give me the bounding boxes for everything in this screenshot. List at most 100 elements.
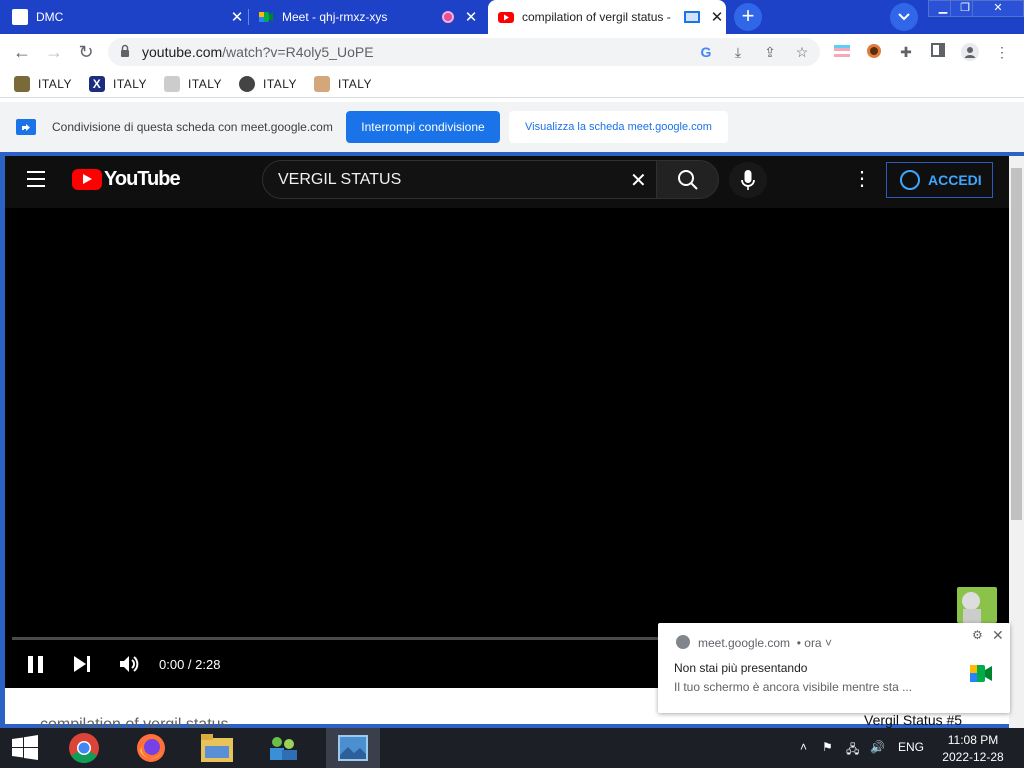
people-network-icon [270,737,297,760]
sign-in-button[interactable]: ACCEDI [886,162,993,198]
meet-favicon-icon [259,12,273,22]
file-explorer-taskbar-button[interactable] [190,728,244,768]
reload-button[interactable]: ↻ [75,41,97,63]
google-lens-icon[interactable]: G [697,43,715,61]
chrome-taskbar-button[interactable] [58,728,112,768]
meet-logo-icon [970,665,992,682]
pause-button[interactable] [26,654,46,674]
speaker-icon[interactable]: 🔊 [870,740,885,754]
time-display: 0:00 / 2:28 [159,657,221,672]
scrollbar-thumb[interactable] [1011,168,1022,520]
stop-sharing-button[interactable]: Interrompi condivisione [346,111,500,143]
extension-flag-icon[interactable] [833,43,851,61]
tab-dmc[interactable]: DMC ✕ [12,0,246,34]
notification-close-icon[interactable]: ✕ [992,627,1004,644]
notification-body: Il tuo schermo è ancora visibile mentre … [674,680,913,694]
close-tab-icon[interactable]: ✕ [228,8,246,26]
url-host: youtube.com [142,44,223,60]
network-taskbar-button[interactable] [256,728,310,768]
close-tab-icon[interactable]: ✕ [462,8,480,26]
network-icon[interactable]: 🖧 [846,740,859,761]
chrome-icon [69,733,99,764]
youtube-favicon-icon [498,12,514,23]
search-icon [678,170,698,190]
search-button[interactable] [656,160,719,199]
clock-time: 11:08 PM [947,733,999,747]
folder-icon [201,734,233,762]
bookmark-label: ITALY [263,77,298,91]
install-icon[interactable]: ⤓ [729,43,747,61]
profile-icon[interactable] [961,43,979,61]
next-video-button[interactable] [72,654,92,674]
dmc-favicon-icon [12,9,28,25]
window-close-button[interactable]: ✕ [972,0,1024,17]
soldier-icon [14,76,30,92]
x-icon: X [89,76,105,92]
notification-time: ora [804,636,822,650]
extensions-puzzle-icon[interactable]: ✚ [897,43,915,61]
extension-avatar-icon[interactable] [865,43,883,61]
recording-indicator-icon [442,11,454,23]
bookmark-item[interactable]: ITALY [314,74,372,94]
clear-search-icon[interactable]: ✕ [630,168,647,193]
bookmark-label: ITALY [338,77,373,91]
side-panel-icon[interactable] [929,43,947,61]
skip-next-icon [74,656,90,672]
show-hidden-icons-button[interactable]: ˄ [800,740,807,754]
menu-kebab-icon[interactable]: ⋮ [993,43,1011,61]
bookmark-star-icon[interactable]: ☆ [793,43,811,61]
tab-youtube[interactable]: compilation of vergil status - ✕ [488,0,726,34]
video-thumbnail[interactable] [957,587,997,623]
back-button[interactable]: ← [11,41,33,63]
tab-title: compilation of vergil status - [522,10,671,24]
close-tab-icon[interactable]: ✕ [708,8,726,26]
voice-search-button[interactable] [729,162,767,198]
notification-settings-icon[interactable]: ⚙ [972,628,983,642]
cloud-face-icon [164,76,180,92]
photos-taskbar-button[interactable] [326,728,380,768]
view-meet-tab-button[interactable]: Visualizza la scheda meet.google.com [509,111,728,143]
hamburger-menu-icon[interactable] [27,171,45,187]
notification-origin: meet.google.com [698,636,791,650]
clock-date: 2022-12-28 [942,750,1004,764]
new-tab-button[interactable]: + [734,3,762,31]
chrome-icon [676,635,690,649]
bookmark-item[interactable]: ITALY [14,74,72,94]
search-query-text[interactable]: VERGIL STATUS [278,171,401,189]
forward-button[interactable]: → [43,41,65,63]
next-video-title[interactable]: Vergil Status #5 [864,712,962,728]
chevron-down-icon [898,13,910,21]
more-options-icon[interactable]: ⋮ [852,168,872,190]
windows-logo-icon [12,735,38,760]
system-clock[interactable]: 11:08 PM 2022-12-28 [934,732,1012,766]
image-viewer-icon [338,735,368,761]
youtube-logo-icon[interactable] [72,169,102,190]
start-button[interactable] [0,728,50,768]
sign-in-label: ACCEDI [928,172,982,188]
bookmark-item[interactable]: X ITALY [89,74,147,94]
tab-meet[interactable]: Meet - qhj-rmxz-xys ✕ [258,0,480,34]
bookmark-item[interactable]: ITALY [239,74,297,94]
firefox-icon [137,734,165,762]
firefox-taskbar-button[interactable] [124,728,178,768]
youtube-wordmark[interactable]: YouTube [104,168,181,191]
tab-title: DMC [36,10,64,24]
volume-button[interactable] [118,653,140,675]
share-icon[interactable]: ⇪ [761,43,779,61]
bookmarks-bar [0,70,1024,98]
lock-icon[interactable] [120,44,130,58]
cartoon-face-icon [314,76,330,92]
video-player[interactable] [5,208,1009,688]
emblem-icon [239,76,255,92]
url-path: /watch?v=R4oly5_UoPE [222,44,374,60]
bookmark-item[interactable]: ITALY [164,74,222,94]
notification-source: meet.google.com • ora ˅ [698,636,832,650]
input-language-indicator[interactable]: ENG [898,740,924,754]
bookmark-label: ITALY [113,77,148,91]
action-center-flag-icon[interactable]: ⚑ [822,740,833,754]
bookmark-label: ITALY [38,77,73,91]
account-icon [900,170,920,190]
tab-search-button[interactable] [890,3,918,31]
notification-title: Non stai più presentando [674,661,808,675]
url-text[interactable]: youtube.com/watch?v=R4oly5_UoPE [142,44,374,60]
